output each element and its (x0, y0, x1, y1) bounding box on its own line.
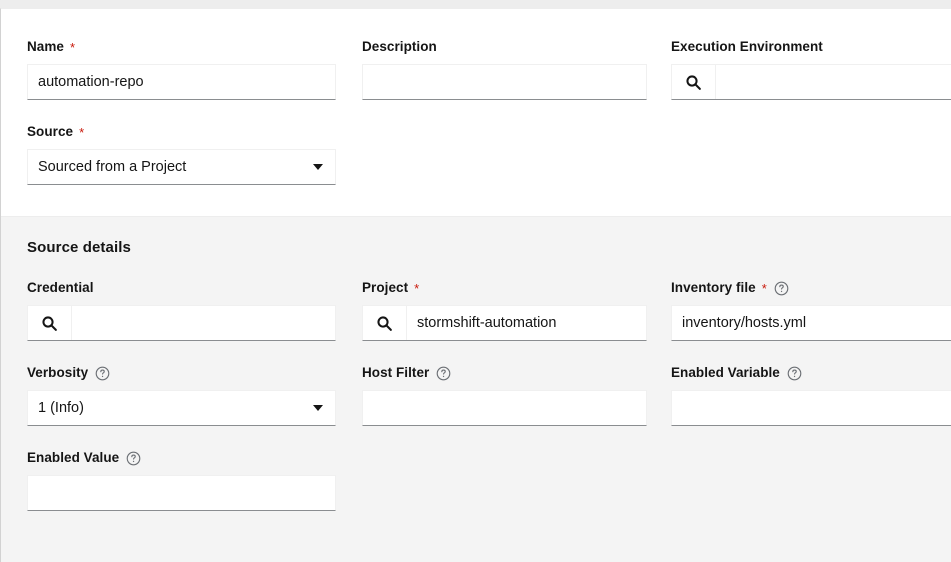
enabled-variable-input[interactable] (672, 391, 951, 425)
chevron-down-icon[interactable] (301, 150, 335, 184)
page-top-gutter (0, 0, 951, 8)
label-text-enabled-value: Enabled Value (27, 450, 120, 465)
enabled-value-input-wrapper[interactable] (27, 475, 336, 511)
field-label-execution-environment: Execution Environment (671, 39, 951, 55)
label-text-source: Source (27, 124, 74, 139)
main-details-row-2: Source * Sourced from a Project (1, 124, 951, 185)
help-circle-icon[interactable] (95, 366, 110, 381)
field-credential: Credential (27, 280, 336, 341)
grid-spacer (336, 39, 362, 100)
help-circle-icon[interactable] (774, 281, 789, 296)
search-icon[interactable] (363, 306, 407, 340)
label-text-credential: Credential (27, 280, 94, 295)
required-asterisk-inventory-file: * (761, 281, 767, 296)
inventory-source-form-page: Name * automation-repo Description Execu… (0, 0, 951, 562)
inventory-file-select[interactable]: inventory/hosts.yml (671, 305, 951, 341)
search-icon[interactable] (28, 306, 72, 340)
help-circle-icon[interactable] (436, 366, 451, 381)
execution-environment-input[interactable] (716, 65, 951, 99)
form-card: Name * automation-repo Description Execu… (0, 8, 951, 562)
label-text-enabled-variable: Enabled Variable (671, 365, 780, 380)
source-select[interactable]: Sourced from a Project (27, 149, 336, 185)
field-description: Description (362, 39, 647, 100)
help-circle-icon[interactable] (787, 366, 802, 381)
description-input[interactable] (363, 65, 646, 99)
field-name: Name * automation-repo (27, 39, 336, 100)
field-label-description: Description (362, 39, 647, 55)
field-inventory-file: Inventory file * inventory/hosts.yml (671, 280, 951, 341)
field-label-project: Project * (362, 280, 647, 296)
field-label-verbosity: Verbosity (27, 365, 336, 381)
project-input[interactable]: stormshift-automation (407, 306, 646, 340)
source-details-section: Source details Credential Project * stor… (1, 216, 951, 562)
label-text-description: Description (362, 39, 437, 54)
inventory-file-select-value[interactable]: inventory/hosts.yml (672, 306, 943, 340)
name-input[interactable]: automation-repo (28, 65, 335, 99)
field-verbosity: Verbosity 1 (Info) (27, 365, 336, 426)
field-label-name: Name * (27, 39, 336, 55)
label-text-inventory-file: Inventory file (671, 280, 756, 295)
main-details-section: Name * automation-repo Description Execu… (1, 9, 951, 216)
required-asterisk-source: * (79, 125, 85, 140)
source-details-row-3: Enabled Value (1, 450, 951, 511)
field-label-credential: Credential (27, 280, 336, 296)
required-asterisk-project: * (414, 281, 420, 296)
grid-spacer (647, 365, 671, 426)
project-input-wrapper[interactable]: stormshift-automation (362, 305, 647, 341)
chevron-down-icon[interactable] (943, 306, 951, 340)
enabled-value-input[interactable] (28, 476, 335, 510)
grid-spacer (647, 280, 671, 341)
field-project: Project * stormshift-automation (362, 280, 647, 341)
field-host-filter: Host Filter (362, 365, 647, 426)
description-input-wrapper[interactable] (362, 64, 647, 100)
execution-environment-input-wrapper[interactable] (671, 64, 951, 100)
grid-spacer (647, 124, 671, 185)
label-text-name: Name (27, 39, 64, 54)
field-enabled-value: Enabled Value (27, 450, 336, 511)
host-filter-input[interactable] (363, 391, 646, 425)
grid-spacer (336, 124, 362, 185)
main-details-row-1: Name * automation-repo Description Execu… (1, 39, 951, 100)
verbosity-select[interactable]: 1 (Info) (27, 390, 336, 426)
source-details-row-1: Credential Project * stormshift-automati… (1, 280, 951, 341)
field-enabled-variable: Enabled Variable (671, 365, 951, 426)
search-icon[interactable] (672, 65, 716, 99)
credential-input-wrapper[interactable] (27, 305, 336, 341)
host-filter-input-wrapper[interactable] (362, 390, 647, 426)
grid-spacer (336, 365, 362, 426)
required-asterisk-name: * (69, 40, 76, 55)
source-details-title: Source details (27, 239, 131, 256)
field-label-source: Source * (27, 124, 336, 140)
help-circle-icon[interactable] (126, 451, 141, 466)
chevron-down-icon[interactable] (301, 391, 335, 425)
verbosity-select-value[interactable]: 1 (Info) (28, 391, 301, 425)
field-source: Source * Sourced from a Project (27, 124, 336, 185)
source-details-row-2: Verbosity 1 (Info) Host Filter Enabled V… (1, 365, 951, 426)
field-label-host-filter: Host Filter (362, 365, 647, 381)
label-text-verbosity: Verbosity (27, 365, 89, 380)
field-label-inventory-file: Inventory file * (671, 280, 951, 296)
source-select-value[interactable]: Sourced from a Project (28, 150, 301, 184)
field-label-enabled-variable: Enabled Variable (671, 365, 951, 381)
label-text-execution-environment: Execution Environment (671, 39, 823, 54)
credential-input[interactable] (72, 306, 335, 340)
field-execution-environment: Execution Environment (671, 39, 951, 100)
grid-spacer (647, 39, 671, 100)
label-text-host-filter: Host Filter (362, 365, 430, 380)
label-text-project: Project (362, 280, 409, 295)
grid-spacer (647, 450, 671, 511)
name-input-wrapper[interactable]: automation-repo (27, 64, 336, 100)
grid-spacer (336, 450, 362, 511)
field-label-enabled-value: Enabled Value (27, 450, 336, 466)
grid-spacer (336, 280, 362, 341)
enabled-variable-input-wrapper[interactable] (671, 390, 951, 426)
